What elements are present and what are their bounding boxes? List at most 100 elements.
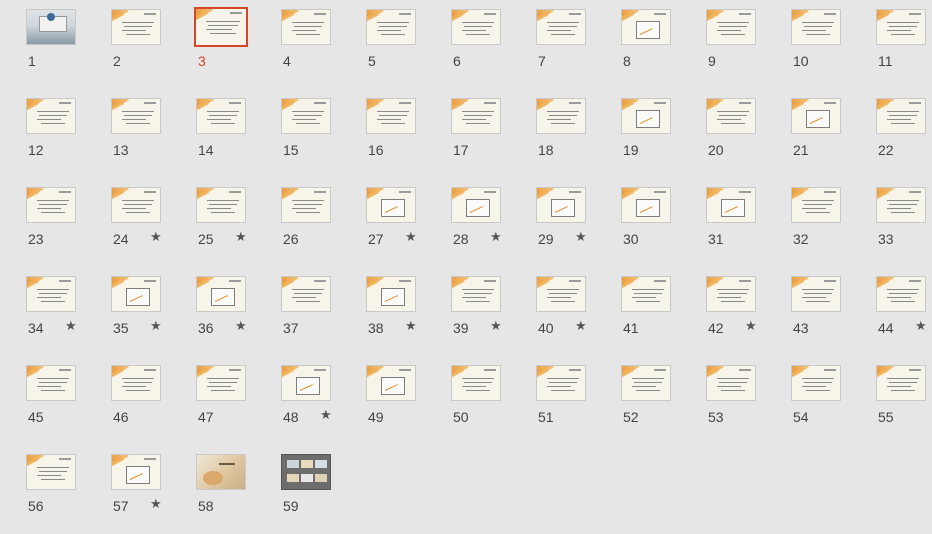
slide-preview[interactable] xyxy=(366,365,416,401)
slide-thumbnail-32[interactable]: 32 xyxy=(765,178,850,267)
slide-preview[interactable] xyxy=(536,9,586,45)
slide-thumbnail-45[interactable]: 45 xyxy=(0,356,85,445)
slide-thumbnail-51[interactable]: 51 xyxy=(510,356,595,445)
slide-preview[interactable] xyxy=(706,276,756,312)
slide-thumbnail-35[interactable]: 35 ★ xyxy=(85,267,170,356)
slide-thumbnail-42[interactable]: 42 ★ xyxy=(680,267,765,356)
slide-preview[interactable] xyxy=(706,98,756,134)
slide-thumbnail-9[interactable]: 9 xyxy=(680,0,765,89)
slide-preview[interactable] xyxy=(621,276,671,312)
slide-thumbnail-4[interactable]: 4 xyxy=(255,0,340,89)
slide-preview[interactable] xyxy=(111,187,161,223)
slide-preview[interactable] xyxy=(366,276,416,312)
slide-preview[interactable] xyxy=(111,276,161,312)
slide-preview[interactable] xyxy=(536,276,586,312)
slide-thumbnail-54[interactable]: 54 xyxy=(765,356,850,445)
slide-preview[interactable] xyxy=(536,365,586,401)
slide-preview[interactable] xyxy=(196,98,246,134)
slide-preview[interactable] xyxy=(621,187,671,223)
slide-thumbnail-19[interactable]: 19 xyxy=(595,89,680,178)
slide-thumbnail-52[interactable]: 52 xyxy=(595,356,680,445)
slide-preview[interactable] xyxy=(26,454,76,490)
slide-thumbnail-39[interactable]: 39 ★ xyxy=(425,267,510,356)
slide-preview[interactable] xyxy=(451,276,501,312)
slide-thumbnail-30[interactable]: 30 xyxy=(595,178,680,267)
slide-preview[interactable] xyxy=(281,9,331,45)
slide-thumbnail-57[interactable]: 57 ★ xyxy=(85,445,170,534)
slide-preview[interactable] xyxy=(621,365,671,401)
slide-thumbnail-38[interactable]: 38 ★ xyxy=(340,267,425,356)
slide-preview[interactable] xyxy=(26,9,76,45)
slide-thumbnail-34[interactable]: 34 ★ xyxy=(0,267,85,356)
slide-preview[interactable] xyxy=(536,98,586,134)
slide-thumbnail-37[interactable]: 37 xyxy=(255,267,340,356)
slide-thumbnail-12[interactable]: 12 xyxy=(0,89,85,178)
slide-preview[interactable] xyxy=(451,187,501,223)
slide-thumbnail-27[interactable]: 27 ★ xyxy=(340,178,425,267)
slide-preview[interactable] xyxy=(111,9,161,45)
slide-thumbnail-7[interactable]: 7 xyxy=(510,0,595,89)
slide-thumbnail-36[interactable]: 36 ★ xyxy=(170,267,255,356)
slide-thumbnail-29[interactable]: 29 ★ xyxy=(510,178,595,267)
slide-thumbnail-1[interactable]: 1 xyxy=(0,0,85,89)
slide-preview[interactable] xyxy=(706,9,756,45)
slide-thumbnail-17[interactable]: 17 xyxy=(425,89,510,178)
slide-preview[interactable] xyxy=(876,187,926,223)
slide-thumbnail-56[interactable]: 56 xyxy=(0,445,85,534)
slide-thumbnail-2[interactable]: 2 xyxy=(85,0,170,89)
slide-preview[interactable] xyxy=(111,98,161,134)
slide-preview[interactable] xyxy=(26,98,76,134)
slide-thumbnail-47[interactable]: 47 xyxy=(170,356,255,445)
slide-thumbnail-8[interactable]: 8 xyxy=(595,0,680,89)
slide-preview[interactable] xyxy=(26,276,76,312)
slide-thumbnail-3[interactable]: 3 xyxy=(170,0,255,89)
slide-preview[interactable] xyxy=(366,187,416,223)
slide-thumbnail-23[interactable]: 23 xyxy=(0,178,85,267)
slide-preview[interactable] xyxy=(876,276,926,312)
slide-preview[interactable] xyxy=(451,365,501,401)
slide-thumbnail-22[interactable]: 22 xyxy=(850,89,932,178)
slide-thumbnail-31[interactable]: 31 xyxy=(680,178,765,267)
slide-preview[interactable] xyxy=(791,276,841,312)
slide-thumbnail-16[interactable]: 16 xyxy=(340,89,425,178)
slide-thumbnail-14[interactable]: 14 xyxy=(170,89,255,178)
slide-preview[interactable] xyxy=(876,365,926,401)
slide-preview[interactable] xyxy=(366,98,416,134)
slide-preview[interactable] xyxy=(281,276,331,312)
slide-preview[interactable] xyxy=(196,187,246,223)
slide-thumbnail-18[interactable]: 18 xyxy=(510,89,595,178)
slide-thumbnail-59[interactable]: 59 xyxy=(255,445,340,534)
slide-preview[interactable] xyxy=(281,454,331,490)
slide-thumbnail-49[interactable]: 49 xyxy=(340,356,425,445)
slide-preview[interactable] xyxy=(876,9,926,45)
slide-thumbnail-6[interactable]: 6 xyxy=(425,0,510,89)
slide-preview[interactable] xyxy=(281,98,331,134)
slide-thumbnail-58[interactable]: 58 xyxy=(170,445,255,534)
slide-preview[interactable] xyxy=(26,365,76,401)
slide-preview[interactable] xyxy=(26,187,76,223)
slide-preview[interactable] xyxy=(451,9,501,45)
slide-preview[interactable] xyxy=(366,9,416,45)
slide-preview[interactable] xyxy=(281,187,331,223)
slide-preview[interactable] xyxy=(621,98,671,134)
slide-thumbnail-11[interactable]: 11 xyxy=(850,0,932,89)
slide-thumbnail-43[interactable]: 43 xyxy=(765,267,850,356)
slide-thumbnail-28[interactable]: 28 ★ xyxy=(425,178,510,267)
slide-thumbnail-53[interactable]: 53 xyxy=(680,356,765,445)
slide-preview[interactable] xyxy=(451,98,501,134)
slide-thumbnail-40[interactable]: 40 ★ xyxy=(510,267,595,356)
slide-preview[interactable] xyxy=(791,187,841,223)
slide-preview[interactable] xyxy=(196,276,246,312)
slide-preview[interactable] xyxy=(791,98,841,134)
slide-thumbnail-41[interactable]: 41 xyxy=(595,267,680,356)
slide-preview[interactable] xyxy=(194,7,248,47)
slide-preview[interactable] xyxy=(791,9,841,45)
slide-preview[interactable] xyxy=(196,454,246,490)
slide-thumbnail-24[interactable]: 24 ★ xyxy=(85,178,170,267)
slide-thumbnail-55[interactable]: 55 xyxy=(850,356,932,445)
slide-preview[interactable] xyxy=(111,454,161,490)
slide-preview[interactable] xyxy=(706,365,756,401)
slide-preview[interactable] xyxy=(111,365,161,401)
slide-thumbnail-33[interactable]: 33 xyxy=(850,178,932,267)
slide-thumbnail-46[interactable]: 46 xyxy=(85,356,170,445)
